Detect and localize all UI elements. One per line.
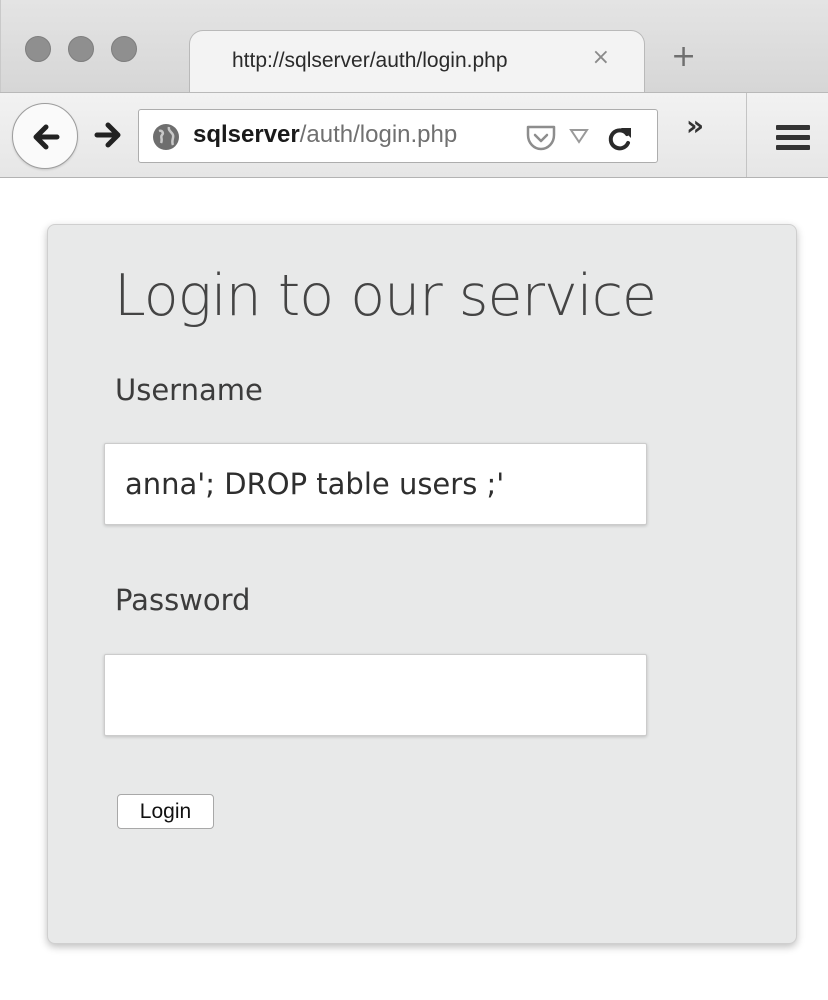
back-button[interactable] xyxy=(12,103,78,169)
globe-icon xyxy=(153,124,179,150)
url-host: sqlserver xyxy=(193,121,300,148)
username-input[interactable]: anna'; DROP table users ;' xyxy=(104,443,647,525)
close-icon[interactable]: × xyxy=(592,45,610,70)
url-path: /auth/login.php xyxy=(299,121,458,148)
arrow-left-icon xyxy=(33,124,60,150)
overflow-chevron-icon[interactable]: » xyxy=(686,109,704,142)
minimize-window-button[interactable] xyxy=(68,36,94,62)
dropdown-triangle-icon[interactable] xyxy=(569,128,589,144)
browser-tab[interactable]: http://sqlserver/auth/login.php × xyxy=(189,30,645,94)
close-window-button[interactable] xyxy=(25,36,51,62)
hamburger-menu-icon[interactable] xyxy=(776,125,810,155)
tab-title: http://sqlserver/auth/login.php xyxy=(232,49,508,72)
maximize-window-button[interactable] xyxy=(111,36,137,62)
reload-icon[interactable] xyxy=(605,123,635,153)
login-button[interactable]: Login xyxy=(117,794,214,829)
page-title: Login to our service xyxy=(114,263,657,329)
browser-titlebar: http://sqlserver/auth/login.php × + xyxy=(0,0,828,94)
pocket-icon[interactable] xyxy=(525,124,557,152)
password-label: Password xyxy=(115,583,251,617)
login-panel: Login to our service Username anna'; DRO… xyxy=(47,224,797,944)
password-input[interactable] xyxy=(104,654,647,736)
navigation-toolbar: sqlserver/auth/login.php » xyxy=(0,92,828,178)
username-label: Username xyxy=(115,373,263,407)
toolbar-separator xyxy=(746,93,747,177)
arrow-right-icon[interactable] xyxy=(92,119,124,151)
url-bar[interactable]: sqlserver/auth/login.php xyxy=(138,109,658,163)
plus-icon[interactable]: + xyxy=(671,42,696,72)
url-text[interactable]: sqlserver/auth/login.php xyxy=(193,121,457,149)
